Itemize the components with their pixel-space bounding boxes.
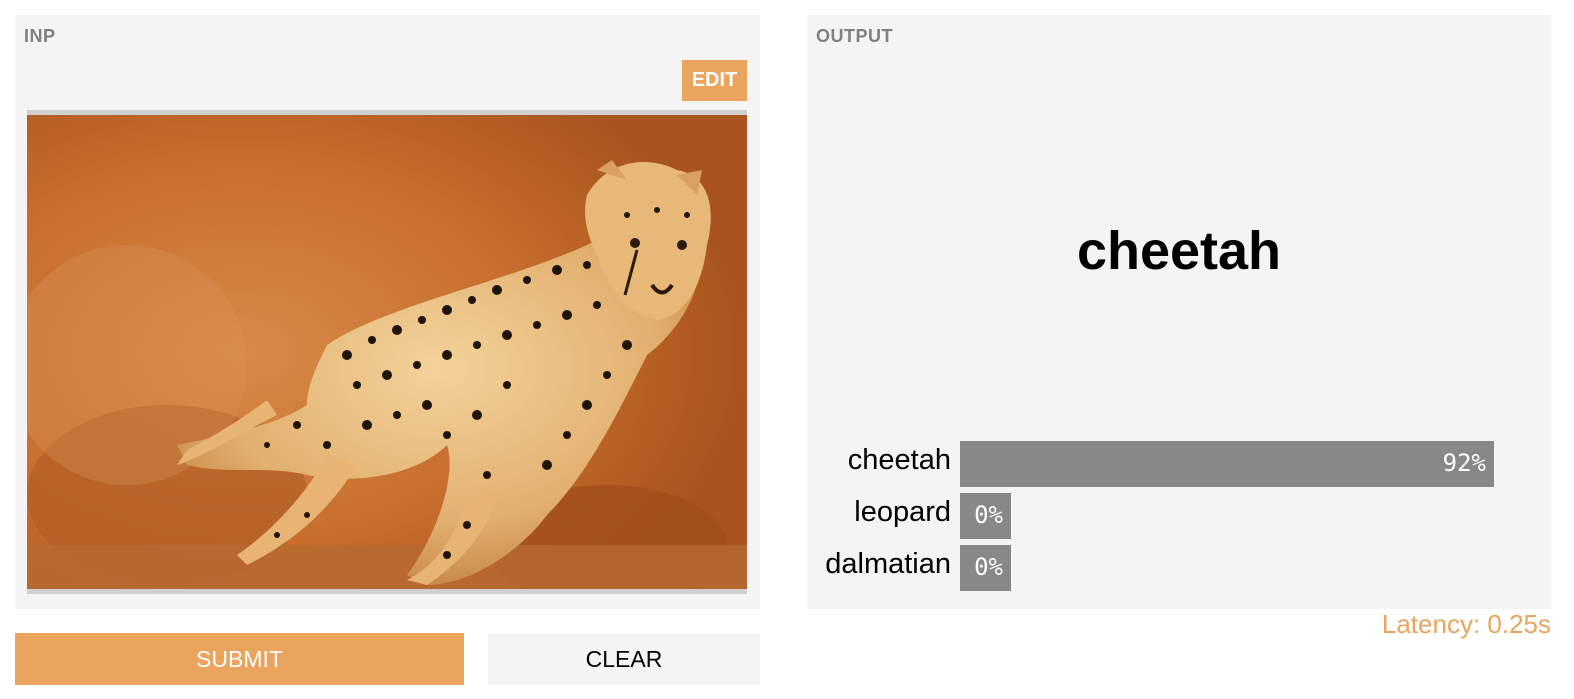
confidence-bar: 0% [960, 545, 1011, 591]
confidence-bar: 92% [960, 441, 1494, 487]
confidence-label: leopard [854, 496, 951, 528]
confidence-row: leopard 0% [807, 493, 1551, 539]
output-panel-label: OUTPUT [816, 26, 893, 46]
input-panel-label: INP [24, 26, 56, 46]
confidence-row: cheetah 92% [807, 441, 1551, 487]
input-panel: INP EDIT [15, 15, 760, 609]
confidence-label: dalmatian [825, 548, 951, 580]
image-input-area[interactable] [27, 110, 747, 594]
confidence-row: dalmatian 0% [807, 545, 1551, 591]
confidence-label: cheetah [847, 444, 951, 476]
submit-button[interactable]: SUBMIT [15, 633, 464, 685]
predicted-label: cheetah [1076, 221, 1282, 281]
confidence-value: 0% [974, 553, 1003, 581]
cheetah-image [27, 115, 747, 589]
edit-button[interactable]: EDIT [682, 60, 747, 101]
confidence-value: 92% [1442, 449, 1486, 477]
clear-button[interactable]: CLEAR [488, 633, 760, 685]
confidence-bar: 0% [960, 493, 1011, 539]
confidence-value: 0% [974, 501, 1003, 529]
output-panel: OUTPUT cheetah cheetah 92% leopard 0% da… [807, 15, 1551, 609]
latency-text: Latency: 0.25s [1381, 609, 1551, 639]
